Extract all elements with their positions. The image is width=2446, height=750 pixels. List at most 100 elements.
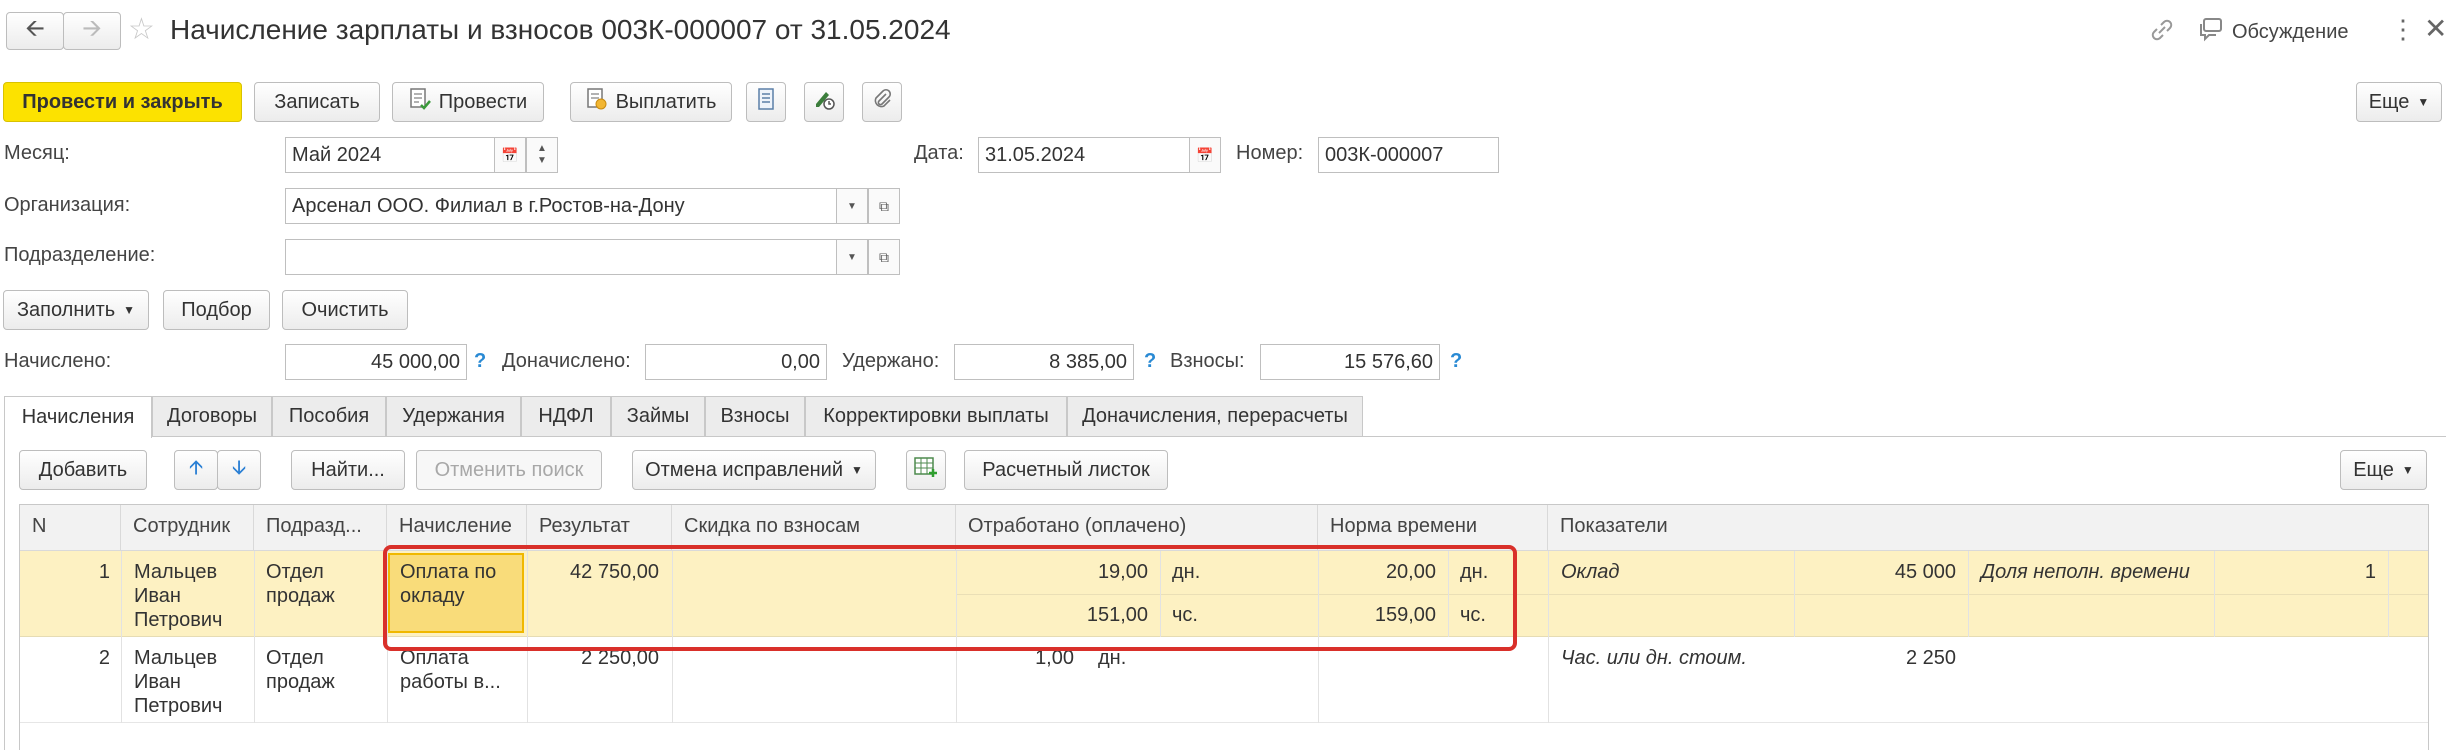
- department-label: Подразделение:: [4, 244, 156, 266]
- number-field[interactable]: 003К-000007: [1318, 137, 1499, 173]
- row-2-department[interactable]: Отдел продаж: [266, 646, 335, 694]
- dropdown-arrow-icon: ▼: [2401, 463, 2414, 477]
- row-1-department[interactable]: Отдел продаж: [266, 560, 335, 608]
- withheld-help-icon[interactable]: ?: [1144, 350, 1156, 373]
- accrued-help-icon[interactable]: ?: [474, 350, 486, 373]
- tab-accruals[interactable]: Начисления: [4, 396, 152, 438]
- additional-label: Доначислено:: [502, 350, 631, 372]
- date-field[interactable]: 31.05.2024: [978, 137, 1190, 173]
- tab-contracts[interactable]: Договоры: [152, 396, 272, 436]
- column-divider: [1548, 551, 1549, 723]
- tab-ndfl[interactable]: НДФЛ: [521, 396, 611, 436]
- save-button[interactable]: Записать: [254, 82, 380, 122]
- tab-contributions[interactable]: Взносы: [705, 396, 805, 436]
- more-button[interactable]: Еще ▼: [2356, 82, 2442, 122]
- fill-button[interactable]: Заполнить ▼: [3, 290, 149, 330]
- pen-clock-icon: [813, 88, 835, 116]
- row-1-indicator-1-name: Оклад: [1561, 561, 1620, 583]
- forward-button[interactable]: 🡪: [63, 12, 121, 50]
- tab-loans[interactable]: Займы: [611, 396, 705, 436]
- contributions-label: Взносы:: [1170, 350, 1245, 372]
- withheld-label: Удержано:: [842, 350, 940, 372]
- tab-deductions[interactable]: Удержания: [386, 396, 521, 436]
- row-2-n: 2: [98, 647, 110, 669]
- row-1-indicator-2-value[interactable]: 1: [2214, 560, 2376, 584]
- open-link-icon: ⧉: [879, 248, 889, 265]
- date-label: Дата:: [914, 142, 964, 164]
- attach-button[interactable]: [862, 82, 902, 122]
- column-divider: [121, 551, 122, 723]
- undo-corrections-label: Отмена исправлений: [645, 458, 844, 481]
- department-line-2: продаж: [266, 585, 335, 607]
- back-button[interactable]: 🡨: [6, 12, 64, 50]
- cancel-search-button[interactable]: Отменить поиск: [416, 450, 602, 490]
- column-header-indicators[interactable]: Показатели: [1548, 505, 2428, 551]
- calendar-icon: 📅: [1196, 146, 1214, 163]
- journal-button[interactable]: [746, 82, 786, 122]
- dropdown-arrow-icon: ▼: [2417, 95, 2430, 109]
- department-dropdown-button[interactable]: ▼: [836, 239, 868, 275]
- arrow-down-icon: 🡫: [231, 457, 247, 479]
- post-button[interactable]: Провести: [392, 82, 544, 122]
- row-1-indicator-1-value[interactable]: 45 000: [1794, 560, 1956, 584]
- date-calendar-button[interactable]: 📅: [1189, 137, 1221, 173]
- organization-label: Организация:: [4, 194, 131, 216]
- calendar-icon: 📅: [501, 146, 519, 163]
- month-stepper[interactable]: ▲ ▼: [526, 137, 558, 173]
- employee-first-name: Иван: [134, 585, 181, 607]
- department-line-1: Отдел: [266, 561, 324, 583]
- row-2-accrual[interactable]: Оплата работы в...: [400, 646, 501, 694]
- tab-payment-corrections[interactable]: Корректировки выплаты: [805, 396, 1067, 436]
- open-link-icon: ⧉: [879, 197, 889, 214]
- add-row-button[interactable]: Добавить: [19, 450, 147, 490]
- department-open-button[interactable]: ⧉: [868, 239, 900, 275]
- find-button[interactable]: Найти...: [291, 450, 405, 490]
- favorite-star-icon[interactable]: ☆: [128, 12, 155, 47]
- organization-field[interactable]: Арсенал ООО. Филиал в г.Ростов-на-Дону: [285, 188, 837, 224]
- tab-benefits[interactable]: Пособия: [272, 396, 386, 436]
- tab-additional-accruals[interactable]: Доначисления, перерасчеты: [1067, 396, 1363, 436]
- fill-label: Заполнить: [16, 298, 116, 321]
- dropdown-arrow-icon: ▼: [851, 463, 863, 477]
- row-2-indicator-1-value[interactable]: 2 250: [1794, 646, 1956, 670]
- list-journal-icon: [757, 88, 775, 116]
- post-document-icon: [409, 87, 431, 117]
- undo-corrections-button[interactable]: Отмена исправлений ▼: [632, 450, 876, 490]
- link-icon[interactable]: [2148, 16, 2176, 44]
- move-up-button[interactable]: 🡩: [174, 450, 218, 490]
- move-down-button[interactable]: 🡫: [217, 450, 261, 490]
- accrual-line-2: работы в...: [400, 671, 501, 693]
- arrow-up-icon: 🡩: [188, 457, 204, 479]
- edit-movement-button[interactable]: [804, 82, 844, 122]
- post-and-close-button[interactable]: Провести и закрыть: [3, 82, 242, 122]
- organization-dropdown-button[interactable]: ▼: [836, 188, 868, 224]
- row-2-employee[interactable]: Мальцев Иван Петрович: [134, 646, 222, 718]
- page-title: Начисление зарплаты и взносов 003К-00000…: [170, 14, 951, 45]
- accrued-label: Начислено:: [4, 350, 112, 372]
- table-settings-button[interactable]: [906, 450, 946, 490]
- pay-button[interactable]: Выплатить: [570, 82, 732, 122]
- discussion-button[interactable]: Обсуждение: [2198, 16, 2349, 48]
- month-field[interactable]: Май 2024: [285, 137, 495, 173]
- organization-open-button[interactable]: ⧉: [868, 188, 900, 224]
- column-header-employee[interactable]: Сотрудник: [121, 505, 254, 551]
- clear-button[interactable]: Очистить: [282, 290, 408, 330]
- contributions-help-icon[interactable]: ?: [1450, 350, 1462, 373]
- employee-last-name: Мальцев: [134, 647, 218, 669]
- column-header-n[interactable]: N: [20, 505, 121, 551]
- department-field[interactable]: [285, 239, 837, 275]
- payslip-button[interactable]: Расчетный листок: [964, 450, 1168, 490]
- department-line-2: продаж: [266, 671, 335, 693]
- row-1-employee[interactable]: Мальцев Иван Петрович: [134, 560, 222, 632]
- additional-field: 0,00: [645, 344, 827, 380]
- month-calendar-button[interactable]: 📅: [494, 137, 526, 173]
- more-vertical-icon[interactable]: ⋮: [2390, 14, 2416, 45]
- month-label: Месяц:: [4, 142, 70, 164]
- table-more-button[interactable]: Еще ▼: [2340, 450, 2427, 490]
- pick-button[interactable]: Подбор: [163, 290, 270, 330]
- close-icon[interactable]: ✕: [2424, 12, 2446, 45]
- chevron-down-icon: ▼: [847, 200, 857, 212]
- highlight-annotation: [383, 545, 1517, 651]
- column-header-department[interactable]: Подразд...: [254, 505, 387, 551]
- department-line-1: Отдел: [266, 647, 324, 669]
